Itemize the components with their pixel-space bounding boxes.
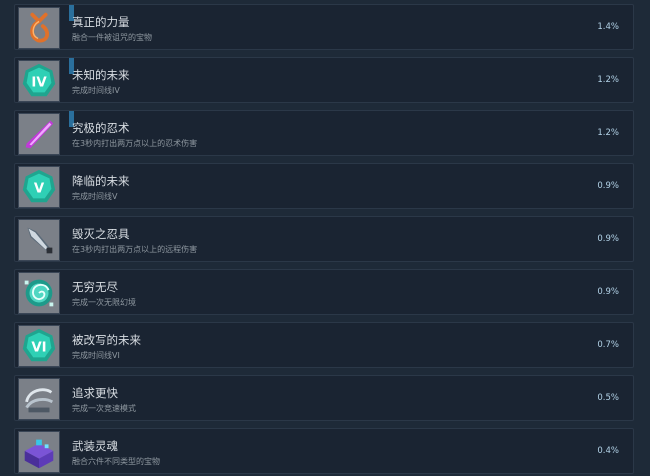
achievement-description: 在3秒内打出两万点以上的远程伤害 [72, 245, 198, 254]
unlock-percentage: 1.4% [597, 22, 619, 32]
achievement-title: 真正的力量 [72, 15, 130, 29]
unlock-percentage: 0.9% [597, 181, 619, 191]
timeline-iv-orb-icon: IV [18, 60, 60, 102]
unlock-percentage: 0.4% [597, 446, 619, 456]
purple-blade-icon [18, 113, 60, 155]
achievement-title: 追求更快 [72, 386, 118, 400]
achievement-description: 完成时间线VI [72, 351, 120, 360]
timeline-v-orb-icon: V [18, 166, 60, 208]
achievement-title: 未知的未来 [72, 68, 130, 82]
svg-text:IV: IV [31, 76, 47, 91]
achievement-description: 完成一次无限幻境 [72, 298, 136, 307]
achievement-description: 完成时间线IV [72, 86, 120, 95]
achievement-row[interactable]: 真正的力量 融合一件被诅咒的宝物 1.4% [14, 4, 634, 50]
achievement-title: 无穷无尽 [72, 280, 118, 294]
achievement-row[interactable]: 追求更快 完成一次竞速模式 0.5% [14, 375, 634, 421]
achievement-title: 武装灵魂 [72, 439, 118, 453]
unlock-percentage: 0.9% [597, 287, 619, 297]
orange-rune-icon [18, 7, 60, 49]
achievement-description: 融合六件不同类型的宝物 [72, 457, 160, 466]
achievement-row[interactable]: 武装灵魂 融合六件不同类型的宝物 0.4% [14, 428, 634, 474]
achievement-title: 降临的未来 [72, 174, 130, 188]
unlock-percentage: 1.2% [597, 75, 619, 85]
achievement-description: 在3秒内打出两万点以上的忍术伤害 [72, 139, 198, 148]
achievement-description: 融合一件被诅咒的宝物 [72, 33, 152, 42]
achievement-row[interactable]: 究极的忍术 在3秒内打出两万点以上的忍术伤害 1.2% [14, 110, 634, 156]
purple-chest-icon [18, 431, 60, 473]
achievement-description: 完成一次竞速模式 [72, 404, 136, 413]
achievement-row[interactable]: V 降临的未来 完成时间线V 0.9% [14, 163, 634, 209]
spiral-orb-icon [18, 272, 60, 314]
timeline-vi-orb-icon: VI [18, 325, 60, 367]
achievement-list: 真正的力量 融合一件被诅咒的宝物 1.4% IV 未知的未来 完成时间线IV 1… [0, 0, 650, 476]
unlock-percentage: 1.2% [597, 128, 619, 138]
achievement-title: 毁灭之忍具 [72, 227, 130, 241]
achievement-title: 究极的忍术 [72, 121, 130, 135]
unlock-percentage: 0.5% [597, 393, 619, 403]
kunai-icon [18, 219, 60, 261]
achievement-row[interactable]: 毁灭之忍具 在3秒内打出两万点以上的远程伤害 0.9% [14, 216, 634, 262]
achievement-title: 被改写的未来 [72, 333, 141, 347]
achievement-row[interactable]: VI 被改写的未来 完成时间线VI 0.7% [14, 322, 634, 368]
achievement-row[interactable]: 无穷无尽 完成一次无限幻境 0.9% [14, 269, 634, 315]
unlock-percentage: 0.9% [597, 234, 619, 244]
achievement-description: 完成时间线V [72, 192, 118, 201]
svg-text:V: V [34, 182, 45, 197]
achievement-row[interactable]: IV 未知的未来 完成时间线IV 1.2% [14, 57, 634, 103]
unlock-percentage: 0.7% [597, 340, 619, 350]
speed-wing-icon [18, 378, 60, 420]
svg-text:VI: VI [31, 341, 46, 356]
